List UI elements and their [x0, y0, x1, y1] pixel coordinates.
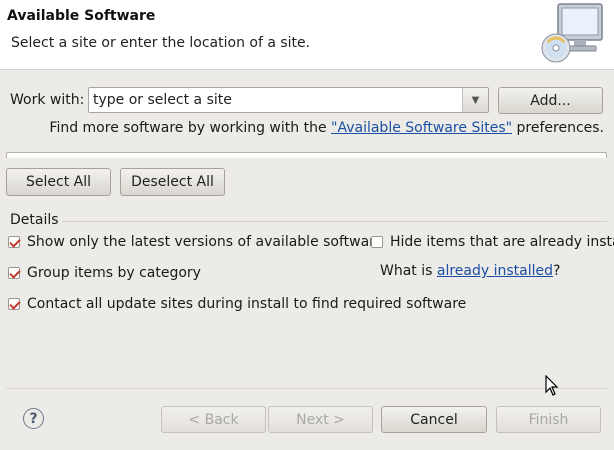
show-latest-label: Show only the latest versions of availab… [27, 234, 384, 250]
details-label: Details [10, 212, 59, 228]
add-button[interactable]: Add... [498, 87, 603, 114]
contact-all-sites-checkbox[interactable] [8, 298, 20, 310]
next-button[interactable]: Next > [268, 406, 373, 433]
footer-separator [6, 388, 607, 389]
page-title: Available Software [7, 8, 156, 24]
chevron-down-icon[interactable]: ▼ [462, 88, 488, 112]
hide-installed-checkbox[interactable] [371, 236, 383, 248]
work-with-combo[interactable]: type or select a site ▼ [88, 87, 489, 113]
already-installed-link[interactable]: already installed [437, 263, 553, 279]
details-divider [62, 221, 607, 222]
help-icon[interactable]: ? [23, 408, 44, 429]
work-with-input[interactable]: type or select a site [93, 92, 232, 108]
back-button[interactable]: < Back [161, 406, 266, 433]
hide-installed-label: Hide items that are already instal [390, 234, 614, 250]
contact-all-sites-label: Contact all update sites during install … [27, 296, 467, 312]
software-list[interactable] [6, 152, 607, 158]
group-by-category-label: Group items by category [27, 265, 201, 281]
available-software-sites-link[interactable]: "Available Software Sites" [331, 120, 512, 136]
select-all-button[interactable]: Select All [6, 168, 111, 196]
page-description: Select a site or enter the location of a… [11, 35, 311, 51]
finish-button[interactable]: Finish [496, 406, 601, 433]
group-by-category-checkbox[interactable] [8, 267, 20, 279]
find-more-text: Find more software by working with the "… [49, 120, 604, 136]
deselect-all-button[interactable]: Deselect All [120, 168, 225, 196]
mouse-pointer-icon [545, 375, 559, 396]
show-latest-checkbox[interactable] [8, 236, 20, 248]
what-is-installed-text: What is already installed? [380, 263, 561, 279]
wizard-banner: Available Software Select a site or ente… [0, 0, 614, 70]
computer-cd-icon [541, 3, 603, 63]
work-with-label: Work with: [10, 92, 85, 108]
cancel-button[interactable]: Cancel [381, 406, 487, 433]
